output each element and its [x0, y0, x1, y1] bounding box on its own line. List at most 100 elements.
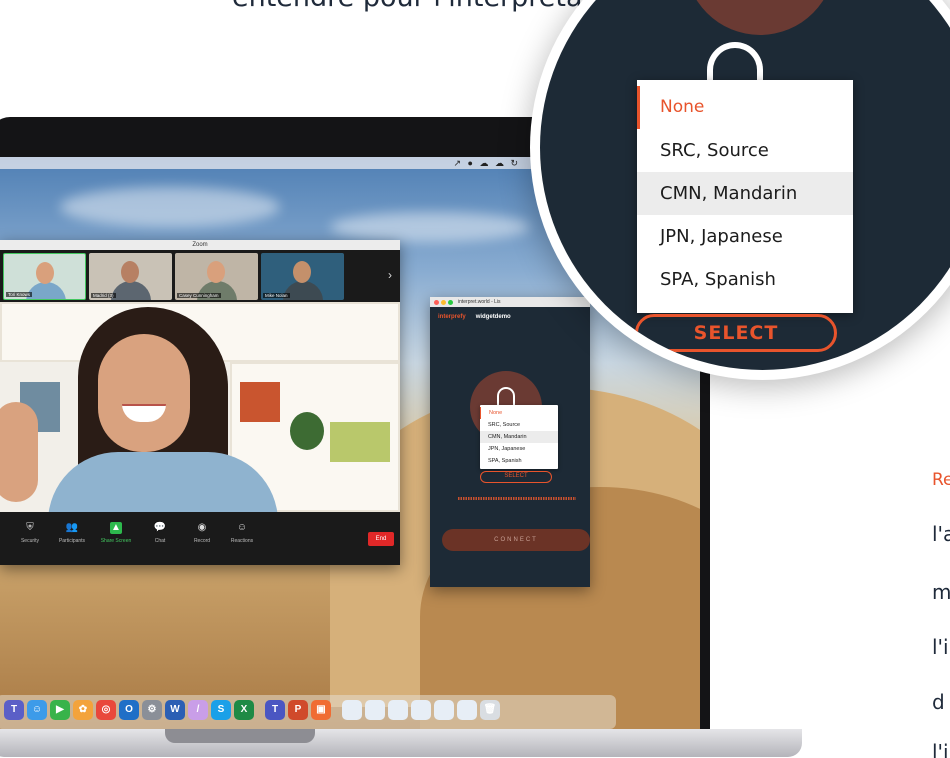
participant-thumb[interactable]: Casey Cunningham	[175, 253, 258, 300]
brand-logo: interprefy	[438, 314, 466, 320]
folder-icon[interactable]	[342, 700, 362, 720]
sky-cloud	[60, 187, 280, 227]
zoom-window-icon[interactable]	[448, 300, 453, 305]
widget-window-title: interpret.world - Lis	[458, 299, 501, 305]
side-copy-line-5: d	[932, 690, 945, 714]
pen-icon[interactable]: /	[188, 700, 208, 720]
outlook-icon[interactable]: O	[119, 700, 139, 720]
side-copy-line-6: l'i	[932, 740, 949, 758]
reactions-label: Reactions	[230, 538, 254, 544]
interpretation-widget-window[interactable]: interpret.world - Lis interprefy widgetd…	[430, 297, 590, 587]
skype-icon[interactable]: S	[211, 700, 231, 720]
chat-icon: 💬	[153, 522, 167, 533]
folder-icon[interactable]	[411, 700, 431, 720]
side-copy-line-2: l'a	[932, 522, 950, 546]
plant	[290, 412, 324, 450]
mac-dock: T ☺ ▶ ✿ ◎ O ⚙ W / S X T P ▣ 🗑	[0, 695, 616, 729]
chat-label: Chat	[154, 538, 166, 544]
headset-icon	[497, 387, 515, 405]
trash-icon[interactable]: 🗑	[480, 700, 500, 720]
chrome-icon[interactable]: ◎	[96, 700, 116, 720]
security-label: Security	[20, 538, 40, 544]
chat-button[interactable]: 💬 Chat	[140, 522, 180, 544]
sky-cloud	[330, 212, 530, 242]
language-option-spanish[interactable]: SPA, Spanish	[480, 455, 558, 467]
language-option-spanish[interactable]: SPA, Spanish	[637, 258, 853, 301]
reactions-icon: ☺	[236, 522, 248, 533]
language-option-source[interactable]: SRC, Source	[637, 129, 853, 172]
participant-name: Tori Knows	[6, 292, 33, 297]
speaker-shirt	[48, 452, 278, 512]
widget-header: interprefy widgetdemo	[430, 307, 590, 327]
language-option-japanese[interactable]: JPN, Japanese	[637, 215, 853, 258]
background-book	[330, 422, 390, 462]
people-icon: 👥	[65, 522, 79, 533]
language-option-japanese[interactable]: JPN, Japanese	[480, 443, 558, 455]
widget-name: widgetdemo	[475, 314, 511, 320]
record-button[interactable]: ◉ Record	[182, 522, 222, 544]
magnified-language-dropdown[interactable]: None SRC, Source CMN, Mandarin JPN, Japa…	[637, 80, 853, 313]
record-label: Record	[193, 538, 211, 544]
facetime-icon[interactable]: ▶	[50, 700, 70, 720]
magnified-headset-circle	[685, 0, 835, 35]
page-heading: entendre pour l'interprétation.	[232, 0, 643, 13]
powerpoint-icon[interactable]: P	[288, 700, 308, 720]
photos-icon[interactable]: ✿	[73, 700, 93, 720]
teams-icon[interactable]: T	[4, 700, 24, 720]
connect-button[interactable]: CONNECT	[442, 529, 590, 551]
language-option-none[interactable]: None	[637, 86, 853, 129]
participant-strip: Tori Knows Madrid (3) Casey Cunningham M…	[0, 250, 400, 302]
participant-name: Mike Nolan	[263, 293, 290, 298]
participant-name: Madrid (3)	[91, 293, 116, 298]
menubar-status-icons: ↗ ● ☁ ☁ ↻	[453, 158, 520, 168]
magnified-select-button[interactable]: SELECT	[635, 314, 837, 352]
background-book	[240, 382, 280, 422]
close-window-icon[interactable]	[434, 300, 439, 305]
folder-icon[interactable]	[388, 700, 408, 720]
laptop-base	[0, 729, 802, 757]
shield-icon: ⛨	[26, 522, 34, 533]
language-option-mandarin[interactable]: CMN, Mandarin	[637, 172, 853, 215]
language-option-none[interactable]: None	[480, 407, 558, 419]
chevron-right-icon[interactable]: ›	[388, 268, 392, 282]
reactions-button[interactable]: ☺ Reactions	[222, 522, 262, 544]
side-copy-line-3: m	[932, 580, 950, 604]
share-screen-icon: ▲	[110, 522, 122, 534]
side-copy-line-1: Re	[932, 470, 950, 490]
end-meeting-button[interactable]: End	[368, 532, 394, 546]
waving-hand	[0, 402, 38, 502]
participants-label: Participants	[58, 538, 86, 544]
security-button[interactable]: ⛨ Security	[10, 522, 50, 544]
folder-icon[interactable]	[457, 700, 477, 720]
record-icon: ◉	[197, 522, 207, 533]
side-copy-line-4: l'i	[932, 635, 949, 659]
active-speaker-video	[0, 302, 400, 512]
audio-level-meter	[458, 497, 576, 500]
settings-icon[interactable]: ⚙	[142, 700, 162, 720]
zoom-window[interactable]: Zoom Tori Knows Madrid (3) Casey Cunning…	[0, 240, 400, 565]
teams-2-icon[interactable]: T	[265, 700, 285, 720]
share-screen-button[interactable]: ▲ Share Screen	[96, 522, 136, 544]
speaker-face	[98, 334, 190, 452]
share-screen-label: Share Screen	[100, 538, 132, 544]
widget-titlebar: interpret.world - Lis	[430, 297, 590, 307]
language-option-mandarin[interactable]: CMN, Mandarin	[480, 431, 558, 443]
participant-thumb[interactable]: Tori Knows	[3, 253, 86, 300]
laptop-notch	[165, 729, 315, 743]
zoom-title: Zoom	[0, 240, 400, 250]
finder-icon[interactable]: ☺	[27, 700, 47, 720]
folder-icon[interactable]	[365, 700, 385, 720]
folder-icon[interactable]	[434, 700, 454, 720]
participant-name: Casey Cunningham	[177, 293, 221, 298]
select-language-button[interactable]: SELECT	[480, 471, 552, 483]
zoom-toolbar: ⛨ Security 👥 Participants ▲ Share Screen…	[0, 512, 400, 565]
language-dropdown-menu[interactable]: None SRC, Source CMN, Mandarin JPN, Japa…	[480, 405, 558, 469]
participants-button[interactable]: 👥 Participants	[52, 522, 92, 544]
word-icon[interactable]: W	[165, 700, 185, 720]
participant-thumb[interactable]: Mike Nolan	[261, 253, 344, 300]
participant-thumb[interactable]: Madrid (3)	[89, 253, 172, 300]
language-option-source[interactable]: SRC, Source	[480, 419, 558, 431]
files-icon[interactable]: ▣	[311, 700, 331, 720]
minimize-window-icon[interactable]	[441, 300, 446, 305]
excel-icon[interactable]: X	[234, 700, 254, 720]
